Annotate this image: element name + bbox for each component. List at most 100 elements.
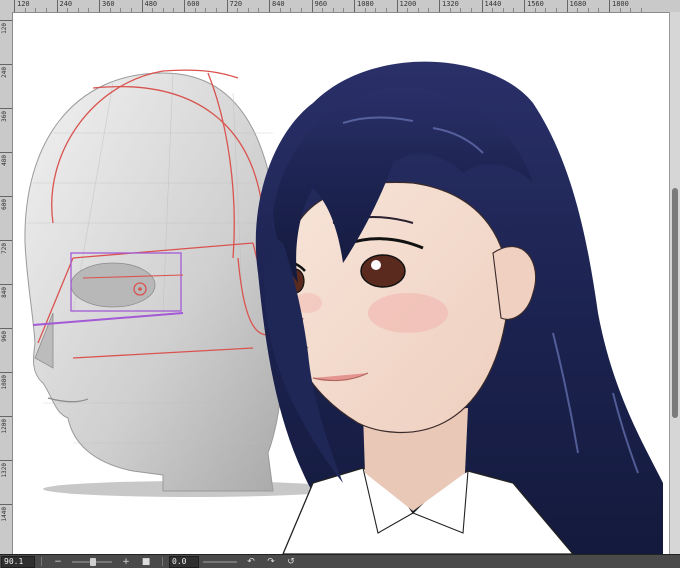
ruler-top-minor-tick	[577, 8, 579, 12]
ruler-top-label: 240	[59, 0, 73, 8]
ruler-top-minor-tick	[375, 8, 377, 12]
ruler-top-minor-tick	[109, 8, 111, 12]
ruler-left-tick: 480	[0, 152, 12, 166]
ruler-top-minor-tick	[24, 8, 26, 12]
ruler-top-minor-tick	[237, 8, 239, 12]
drawing-canvas[interactable]	[13, 13, 669, 554]
ruler-left-tick: 1080	[0, 372, 12, 389]
ruler-top-tick: 1440	[481, 0, 501, 12]
ruler-top-label: 600	[187, 0, 200, 8]
rotate-left-button[interactable]: ↶	[245, 557, 257, 567]
ruler-top-label: 1320	[442, 0, 459, 8]
ruler-top-label: 360	[102, 0, 115, 8]
rotate-right-button[interactable]: ↷	[265, 557, 277, 567]
fit-button[interactable]: ■	[140, 557, 152, 567]
ruler-left-tick: 360	[0, 108, 12, 122]
ruler-top-tick: 600	[184, 0, 200, 12]
ruler-top-tick: 360	[99, 0, 115, 12]
ruler-top[interactable]: 120 240 360 480 600 720 840 960 1080 1200 1320 1440…	[0, 0, 680, 13]
ruler-top-tick: 1680	[566, 0, 586, 12]
ruler-left-tick: 960	[0, 328, 12, 342]
ruler-top-minor-tick	[492, 8, 494, 12]
ruler-top-minor-tick	[45, 8, 47, 12]
ruler-top-minor-tick	[470, 8, 472, 12]
ruler-left-tick: 720	[0, 240, 12, 254]
ruler-left-tick: 240	[0, 64, 12, 78]
ruler-top-tick: 120	[14, 0, 30, 12]
rotation-field[interactable]: 0.0	[169, 555, 199, 568]
ruler-top-tick: 840	[269, 0, 285, 12]
ruler-top-minor-tick	[364, 8, 366, 12]
ruler-top-minor-tick	[258, 8, 260, 12]
ruler-top-tick: 1800	[609, 0, 629, 12]
ruler-left-label: 480	[1, 155, 8, 166]
ruler-top-minor-tick	[502, 8, 504, 12]
ruler-top-minor-tick	[598, 8, 600, 12]
app-window: 120 240 360 480 600 720 840 960 1080 1200 1320 1440…	[0, 0, 680, 568]
ruler-left-tick: 1320	[0, 460, 12, 477]
divider	[41, 557, 42, 566]
ruler-top-minor-tick	[428, 8, 430, 12]
ruler-top-tick: 960	[311, 0, 327, 12]
ruler-top-minor-tick	[35, 8, 37, 12]
rotation-value: 0.0	[172, 557, 187, 566]
ruler-top-minor-tick	[205, 8, 207, 12]
ruler-top-label: 720	[229, 0, 243, 8]
ruler-top-minor-tick	[640, 8, 642, 12]
ruler-top-label: 480	[144, 0, 158, 8]
ruler-top-minor-tick	[417, 8, 419, 12]
zoom-out-button[interactable]: −	[52, 557, 64, 567]
ruler-top-minor-tick	[300, 8, 302, 12]
ruler-top-minor-tick	[194, 8, 196, 12]
ruler-top-minor-tick	[120, 8, 122, 12]
ruler-top-minor-tick	[545, 8, 547, 12]
ruler-left-label: 360	[1, 111, 8, 122]
zoom-slider[interactable]	[72, 557, 112, 566]
ruler-top-minor-tick	[67, 8, 69, 12]
ruler-top-minor-tick	[162, 8, 164, 12]
divider	[162, 557, 163, 566]
zoom-slider-knob[interactable]	[90, 557, 96, 566]
ruler-top-minor-tick	[77, 8, 79, 12]
ruler-top-minor-tick	[449, 8, 451, 12]
ruler-left-label: 960	[1, 331, 8, 342]
ruler-left-label: 1080	[1, 375, 8, 390]
ruler-top-label: 1080	[357, 0, 374, 8]
reset-rotation-button[interactable]: ↺	[285, 557, 297, 567]
ruler-left-label: 720	[1, 243, 8, 254]
ruler-top-label: 120	[17, 0, 30, 8]
ruler-top-minor-tick	[88, 8, 90, 12]
ruler-top-minor-tick	[534, 8, 536, 12]
ruler-left-label: 1320	[1, 463, 8, 478]
ruler-top-minor-tick	[407, 8, 409, 12]
ruler-top-minor-tick	[279, 8, 281, 12]
ruler-left-label: 1200	[1, 419, 8, 434]
ruler-left[interactable]: 120 240 360 480 600 720 840 960 1080 1200 1320 1440	[0, 12, 13, 554]
ruler-top-minor-tick	[555, 8, 557, 12]
ruler-top-label: 1800	[612, 0, 629, 8]
ruler-top-minor-tick	[460, 8, 462, 12]
ruler-top-tick: 240	[56, 0, 72, 12]
zoom-value: 90.1	[4, 557, 24, 566]
ruler-top-minor-tick	[215, 8, 217, 12]
scrollbar-thumb[interactable]	[672, 188, 678, 418]
ruler-top-minor-tick	[247, 8, 249, 12]
ruler-top-minor-tick	[630, 8, 632, 12]
character-illustration	[255, 61, 664, 554]
ruler-top-tick: 1080	[354, 0, 374, 12]
zoom-in-button[interactable]: +	[120, 557, 132, 567]
ruler-left-tick: 840	[0, 284, 12, 298]
vertical-scrollbar[interactable]	[669, 12, 680, 554]
zoom-field[interactable]: 90.1	[1, 555, 35, 568]
rotation-slider[interactable]	[203, 560, 237, 563]
ruler-top-minor-tick	[322, 8, 324, 12]
ruler-top-minor-tick	[173, 8, 175, 12]
ruler-top-label: 1680	[569, 0, 587, 8]
ruler-top-tick: 1200	[396, 0, 416, 12]
ruler-top-tick: 1560	[524, 0, 544, 12]
ruler-top-minor-tick	[513, 8, 515, 12]
ruler-left-tick: 120	[0, 20, 12, 34]
ruler-top-minor-tick	[332, 8, 334, 12]
ruler-top-label: 1440	[484, 0, 502, 8]
head-model	[24, 69, 285, 492]
